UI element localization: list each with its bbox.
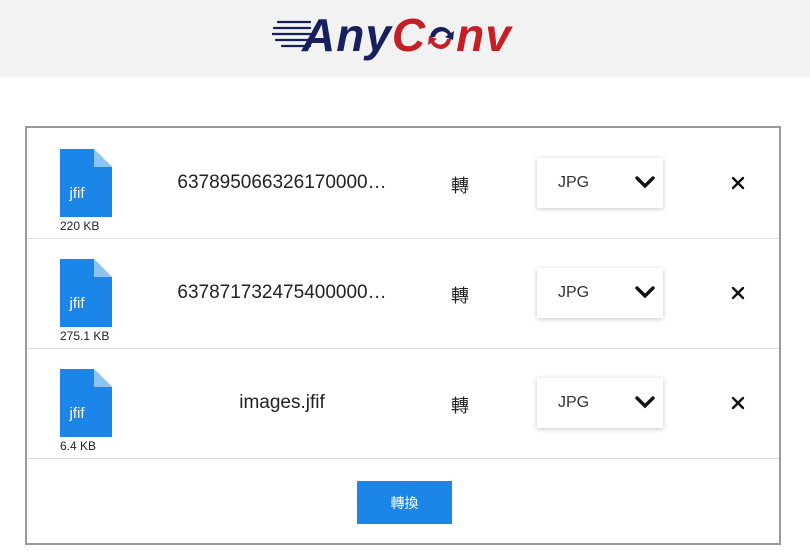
site-header: AnyC nv xyxy=(0,0,810,77)
format-select[interactable]: JPG xyxy=(537,158,663,208)
format-value: JPG xyxy=(558,284,590,301)
convert-button[interactable]: 轉換 xyxy=(357,481,452,524)
file-name: 637871732475400000… xyxy=(177,282,387,303)
file-size: 220 KB xyxy=(60,219,100,233)
format-value: JPG xyxy=(558,174,590,191)
file-ext-label: jfif xyxy=(69,405,85,422)
chevron-down-icon xyxy=(635,286,655,299)
file-icon: jfif xyxy=(60,259,112,327)
file-list-panel: jfif 220 KB 637895066326170000… 轉 JPG jf… xyxy=(25,126,781,545)
close-icon[interactable] xyxy=(730,285,746,301)
close-icon[interactable] xyxy=(730,175,746,191)
format-value: JPG xyxy=(558,394,590,411)
format-select[interactable]: JPG xyxy=(537,378,663,428)
close-icon[interactable] xyxy=(730,395,746,411)
file-name: images.jfif xyxy=(239,392,325,413)
file-ext-label: jfif xyxy=(69,295,85,312)
convert-to-label: 轉 xyxy=(451,286,469,306)
logo-wordmark: AnyC nv xyxy=(302,6,512,64)
file-row: jfif 220 KB 637895066326170000… 轉 JPG xyxy=(27,128,779,239)
format-select[interactable]: JPG xyxy=(537,268,663,318)
chevron-down-icon xyxy=(635,176,655,189)
file-size: 6.4 KB xyxy=(60,439,97,453)
file-size: 275.1 KB xyxy=(60,329,110,343)
convert-arrows-icon xyxy=(428,26,455,50)
chevron-down-icon xyxy=(635,396,655,409)
anyconv-logo[interactable]: AnyC nv xyxy=(272,6,530,64)
logo-any: Any xyxy=(302,9,392,61)
logo-c: C xyxy=(391,9,427,61)
file-row: jfif 6.4 KB images.jfif 轉 JPG xyxy=(27,348,779,459)
file-ext-label: jfif xyxy=(69,185,85,202)
logo-nv: nv xyxy=(456,9,512,61)
convert-to-label: 轉 xyxy=(451,396,469,416)
file-name: 637895066326170000… xyxy=(177,172,387,193)
file-row: jfif 275.1 KB 637871732475400000… 轉 JPG xyxy=(27,238,779,349)
file-icon: jfif xyxy=(60,149,112,217)
convert-to-label: 轉 xyxy=(451,176,469,196)
file-icon: jfif xyxy=(60,369,112,437)
